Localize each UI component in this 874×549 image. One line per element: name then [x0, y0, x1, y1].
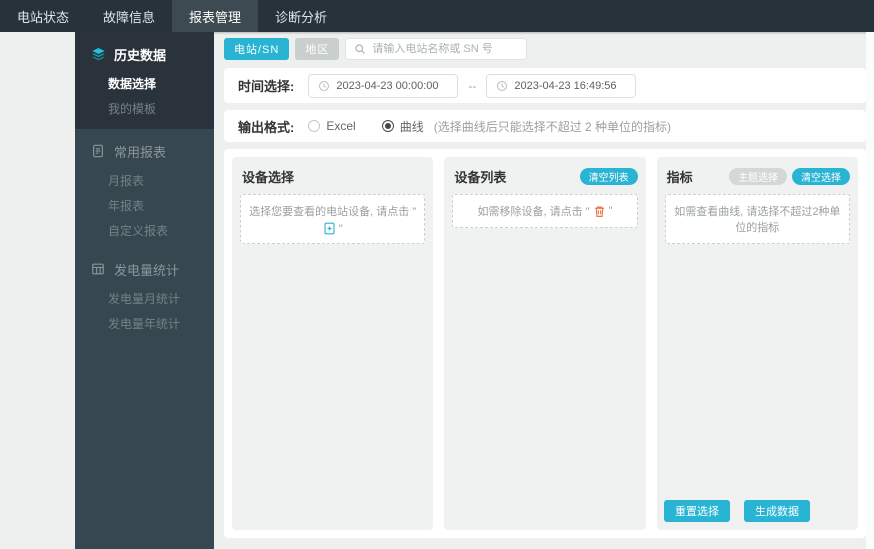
sidebar-group-title: 历史数据 [114, 48, 167, 63]
time-selection-label: 时间选择: [238, 79, 295, 94]
layers-icon [91, 47, 106, 62]
sidebar-item-data-selection[interactable]: 数据选择 [75, 71, 214, 96]
date-range-separator: -- [468, 78, 477, 93]
sidebar-item-my-templates[interactable]: 我的模板 [75, 96, 214, 121]
radio-checked-icon[interactable] [381, 120, 394, 132]
scrollbar-track[interactable] [866, 32, 874, 549]
selection-panels-card: 设备选择 选择您要查看的电站设备, 请点击 " " 设备列表 清空列表 如需移除… [224, 149, 866, 538]
station-search-input[interactable] [372, 43, 519, 55]
device-select-hint-prefix: 选择您要查看的电站设备, 请点击 " [249, 206, 417, 218]
device-select-panel-title: 设备选择 [242, 170, 295, 185]
format-option-curve-label: 曲线 [399, 119, 424, 134]
indicators-hint: 如需查看曲线, 请选择不超过2种单位的指标 [674, 206, 841, 234]
sidebar-item-monthly-report[interactable]: 月报表 [75, 168, 214, 193]
clear-device-list-button[interactable]: 清空列表 [579, 168, 638, 185]
start-datetime-input[interactable]: 2023-04-23 00:00:00 [308, 73, 459, 98]
sidebar-group-header-generation-stats[interactable]: 发电量统计 [75, 247, 214, 286]
device-list-panel: 设备列表 清空列表 如需移除设备, 请点击 " " [444, 157, 646, 530]
station-search-box[interactable] [345, 38, 528, 60]
clock-icon [318, 80, 330, 92]
time-selection-card: 时间选择: 2023-04-23 00:00:00 -- 2023-04-23 … [224, 68, 866, 103]
indicators-panel-title: 指标 [666, 170, 693, 185]
top-navbar: 电站状态 故障信息 报表管理 诊断分析 [0, 0, 874, 32]
output-format-card: 输出格式: Excel 曲线 (选择曲线后只能选择不超过 2 种单位的指标) [224, 110, 866, 142]
left-gutter [0, 32, 75, 549]
nav-tab-diagnosis[interactable]: 诊断分析 [258, 0, 344, 32]
station-sn-toggle-button[interactable]: 电站/SN [224, 38, 290, 60]
sidebar-group-title: 常用报表 [114, 145, 167, 160]
sidebar-item-custom-report[interactable]: 自定义报表 [75, 218, 214, 243]
indicators-hint-box: 如需查看曲线, 请选择不超过2种单位的指标 [664, 194, 850, 244]
panel-action-buttons: 重置选择 生成数据 [663, 500, 810, 522]
device-list-hint-suffix: " [608, 205, 613, 217]
sidebar: 历史数据 数据选择 我的模板 常用报表 月报表 年报表 自定义报表 发电量统计 … [75, 32, 214, 549]
format-option-excel[interactable]: Excel [308, 119, 356, 133]
device-select-panel: 设备选择 选择您要查看的电站设备, 请点击 " " [232, 157, 434, 530]
sidebar-item-yearly-report[interactable]: 年报表 [75, 193, 214, 218]
device-list-panel-header: 设备列表 清空列表 [444, 157, 645, 193]
generate-data-button[interactable]: 生成数据 [743, 500, 810, 522]
device-select-hint-suffix: " [338, 222, 343, 235]
end-datetime-value: 2023-04-23 16:49:56 [514, 79, 617, 92]
theme-select-button[interactable]: 主题选择 [728, 168, 787, 185]
trash-icon [593, 205, 606, 218]
device-list-hint-box: 如需移除设备, 请点击 " " [452, 194, 638, 228]
report-icon [91, 144, 106, 159]
sidebar-item-generation-monthly[interactable]: 发电量月统计 [75, 286, 214, 311]
sidebar-item-generation-yearly[interactable]: 发电量年统计 [75, 311, 214, 336]
sidebar-group-generation-stats: 发电量统计 发电量月统计 发电量年统计 [75, 247, 214, 340]
filter-row: 电站/SN 地区 [224, 37, 866, 61]
indicators-panel-header: 指标 主题选择 清空选择 [657, 157, 858, 193]
sidebar-group-common-reports: 常用报表 月报表 年报表 自定义报表 [75, 129, 214, 247]
sidebar-group-header-history-data[interactable]: 历史数据 [75, 32, 214, 71]
format-option-excel-label: Excel [326, 119, 356, 133]
sidebar-group-history-data: 历史数据 数据选择 我的模板 [75, 32, 214, 129]
device-select-hint-box: 选择您要查看的电站设备, 请点击 " " [240, 194, 426, 244]
clear-indicator-selection-button[interactable]: 清空选择 [791, 168, 850, 185]
nav-tab-report-management[interactable]: 报表管理 [172, 0, 259, 32]
search-icon [354, 43, 366, 55]
device-list-hint-prefix: 如需移除设备, 请点击 " [477, 206, 590, 218]
sidebar-group-header-common-reports[interactable]: 常用报表 [75, 129, 214, 168]
device-select-panel-header: 设备选择 [232, 157, 433, 193]
content-area: 电站/SN 地区 时间选择: 2023-04-23 00 [214, 32, 874, 549]
format-note: (选择曲线后只能选择不超过 2 种单位的指标) [433, 119, 672, 134]
grid-icon [91, 262, 106, 277]
add-file-icon [323, 222, 336, 235]
clock-icon [496, 80, 508, 92]
main-area: 历史数据 数据选择 我的模板 常用报表 月报表 年报表 自定义报表 发电量统计 … [0, 32, 874, 549]
reset-selection-button[interactable]: 重置选择 [663, 500, 730, 522]
end-datetime-input[interactable]: 2023-04-23 16:49:56 [486, 73, 637, 98]
radio-unchecked-icon[interactable] [308, 120, 321, 132]
region-toggle-button[interactable]: 地区 [295, 38, 340, 60]
nav-tab-fault-info[interactable]: 故障信息 [86, 0, 172, 32]
format-option-curve[interactable]: 曲线 (选择曲线后只能选择不超过 2 种单位的指标) [381, 118, 672, 135]
output-format-label: 输出格式: [238, 119, 295, 135]
nav-tab-station-status[interactable]: 电站状态 [0, 0, 86, 32]
start-datetime-value: 2023-04-23 00:00:00 [336, 79, 439, 92]
sidebar-group-title: 发电量统计 [114, 263, 180, 278]
device-list-panel-title: 设备列表 [454, 170, 507, 185]
indicators-panel: 指标 主题选择 清空选择 如需查看曲线, 请选择不超过2种单位的指标 重置选择 … [656, 157, 858, 530]
